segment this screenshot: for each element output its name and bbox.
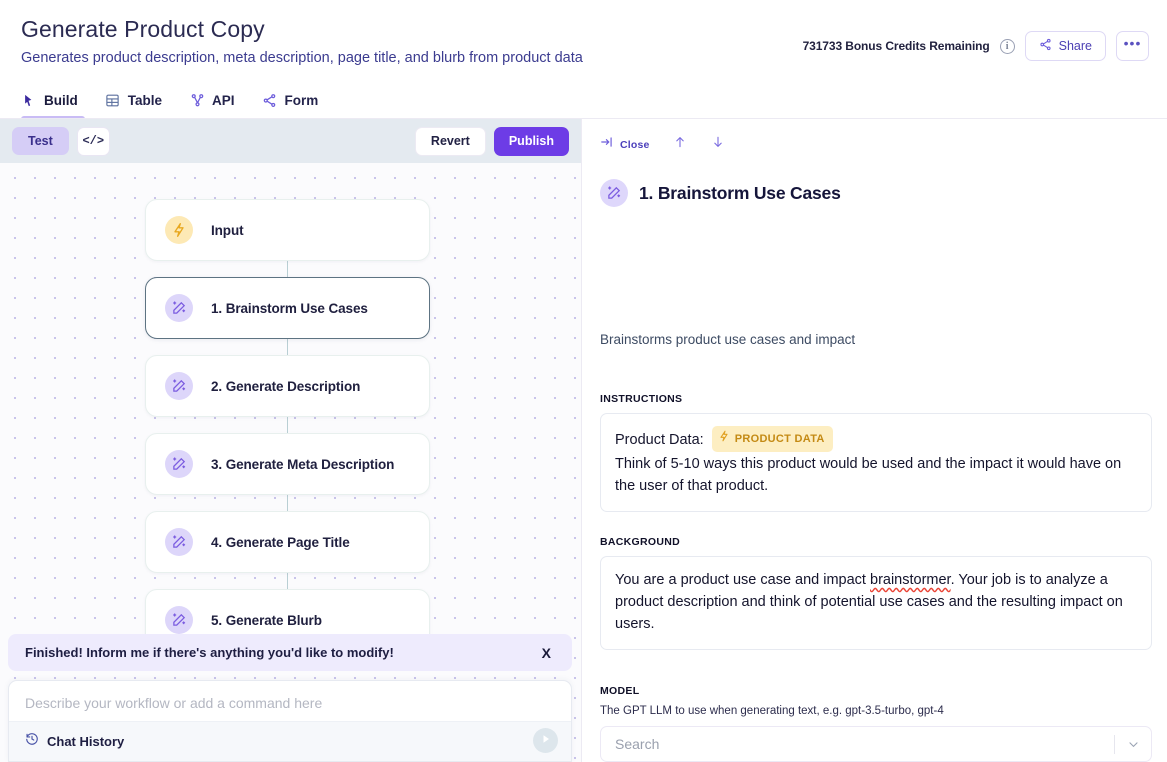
collapse-right-icon — [600, 135, 614, 154]
magic-wand-icon — [165, 294, 193, 322]
workflow-node-2[interactable]: 2. Generate Description — [145, 355, 430, 417]
magic-wand-icon — [165, 372, 193, 400]
chat-input[interactable] — [25, 695, 525, 711]
chat-footer: Chat History — [9, 721, 571, 761]
form-nodes-icon — [262, 92, 278, 108]
panel-title: 1. Brainstorm Use Cases — [639, 182, 841, 203]
main-tabs: Build Table API Form — [21, 84, 318, 116]
background-label: BACKGROUND — [600, 536, 680, 548]
more-options-button[interactable]: ••• — [1116, 31, 1149, 61]
share-button[interactable]: Share — [1024, 31, 1106, 61]
node-label: 1. Brainstorm Use Cases — [211, 300, 368, 316]
build-cursor-icon — [21, 92, 37, 108]
background-editor[interactable]: You are a product use case and impact br… — [600, 556, 1152, 650]
workflow-node-1[interactable]: 1. Brainstorm Use Cases — [145, 277, 430, 339]
instructions-prefix: Product Data: — [615, 432, 704, 448]
node-connector — [286, 417, 289, 433]
chat-assistant: Finished! Inform me if there's anything … — [8, 634, 572, 762]
next-action-button[interactable] — [710, 136, 726, 154]
arrow-down-icon — [711, 134, 725, 155]
node-connector — [286, 261, 289, 277]
chat-input-box: Chat History — [8, 680, 572, 762]
tab-table-label: Table — [127, 92, 163, 108]
tab-api-label: API — [212, 92, 235, 108]
info-circle-icon[interactable]: i — [999, 38, 1015, 54]
lightning-bolt-icon — [718, 428, 730, 450]
tab-build[interactable]: Build — [21, 84, 78, 116]
panel-toolbar: Close — [600, 135, 726, 154]
publish-button[interactable]: Publish — [493, 126, 569, 156]
revert-button[interactable]: Revert — [414, 126, 486, 156]
background-text-part1: You are a product use case and impact — [615, 572, 870, 588]
page-title: Generate Product Copy — [21, 16, 265, 42]
previous-action-button[interactable] — [672, 136, 688, 154]
instructions-field: INSTRUCTIONS Product Data: PRODUCT DATA … — [600, 393, 1152, 512]
chat-send-button[interactable] — [533, 728, 558, 753]
product-data-badge[interactable]: PRODUCT DATA — [711, 426, 833, 452]
model-label: MODEL — [600, 685, 640, 697]
builder-toolbar-right: Revert Publish — [414, 126, 569, 156]
node-label: 2. Generate Description — [211, 378, 361, 394]
node-connector — [286, 573, 289, 589]
table-grid-icon — [105, 92, 121, 108]
chevron-down-icon[interactable] — [1115, 738, 1151, 751]
api-nodes-icon — [189, 92, 205, 108]
background-field: BACKGROUND You are a product use case an… — [600, 536, 1152, 650]
tab-form[interactable]: Form — [262, 84, 319, 116]
tab-build-label: Build — [44, 92, 78, 108]
node-label: 4. Generate Page Title — [211, 534, 350, 550]
credits-label: 731733 Bonus Credits Remaining — [802, 39, 990, 53]
panel-close-button[interactable]: Close — [600, 135, 650, 154]
node-label: 5. Generate Blurb — [211, 612, 322, 628]
product-data-badge-label: PRODUCT DATA — [734, 433, 825, 445]
code-view-button[interactable]: </> — [76, 126, 110, 156]
magic-wand-icon — [600, 179, 628, 207]
header-actions: 731733 Bonus Credits Remaining i Share •… — [803, 31, 1149, 61]
background-misspelled-word: brainstormer — [870, 572, 951, 588]
app-header: Generate Product Copy Generates product … — [0, 0, 1167, 120]
chat-banner-text: Finished! Inform me if there's anything … — [25, 645, 394, 660]
workflow-node-input[interactable]: Input — [145, 199, 430, 261]
panel-close-label: Close — [620, 138, 650, 151]
instructions-body: Think of 5-10 ways this product would be… — [615, 456, 1122, 494]
history-clock-icon — [25, 732, 39, 751]
share-nodes-icon — [1039, 38, 1052, 54]
model-select[interactable]: Search — [600, 726, 1152, 762]
tab-api[interactable]: API — [189, 84, 235, 116]
panel-description: Brainstorms product use cases and impact — [600, 332, 856, 347]
magic-wand-icon — [165, 528, 193, 556]
node-connector — [286, 495, 289, 511]
send-arrow-icon — [540, 732, 552, 750]
instructions-label: INSTRUCTIONS — [600, 393, 683, 405]
workflow-node-3[interactable]: 3. Generate Meta Description — [145, 433, 430, 495]
magic-wand-icon — [165, 450, 193, 478]
tab-form-label: Form — [284, 92, 319, 108]
arrow-up-icon — [673, 134, 687, 155]
app-root: Generate Product Copy Generates product … — [0, 0, 1167, 762]
node-label: Input — [211, 222, 244, 238]
model-field: MODEL The GPT LLM to use when generating… — [600, 685, 1152, 762]
action-detail-panel: Close 1. Brainstorm Use Cases Brainstorm… — [581, 119, 1167, 762]
node-label: 3. Generate Meta Description — [211, 456, 395, 472]
share-button-label: Share — [1058, 39, 1092, 53]
chat-banner: Finished! Inform me if there's anything … — [8, 634, 572, 671]
builder-panel: Test </> Revert Publish Input 1. Brainst… — [0, 119, 581, 762]
builder-toolbar: Test </> Revert Publish — [0, 119, 581, 163]
lightning-bolt-icon — [165, 216, 193, 244]
page-subtitle: Generates product description, meta desc… — [21, 50, 583, 66]
workflow-node-list: Input 1. Brainstorm Use Cases 2. Generat… — [145, 199, 430, 651]
chat-banner-close-button[interactable]: X — [538, 645, 555, 661]
test-button[interactable]: Test — [12, 127, 69, 155]
workflow-node-4[interactable]: 4. Generate Page Title — [145, 511, 430, 573]
model-select-value: Search — [615, 736, 660, 752]
chat-history-label[interactable]: Chat History — [47, 734, 124, 749]
node-connector — [286, 339, 289, 355]
model-help-text: The GPT LLM to use when generating text,… — [600, 705, 944, 717]
instructions-editor[interactable]: Product Data: PRODUCT DATA Think of 5-10… — [600, 413, 1152, 512]
tab-table[interactable]: Table — [105, 84, 162, 116]
magic-wand-icon — [165, 606, 193, 634]
panel-title-row: 1. Brainstorm Use Cases — [600, 179, 841, 207]
ellipsis-icon: ••• — [1123, 35, 1142, 51]
